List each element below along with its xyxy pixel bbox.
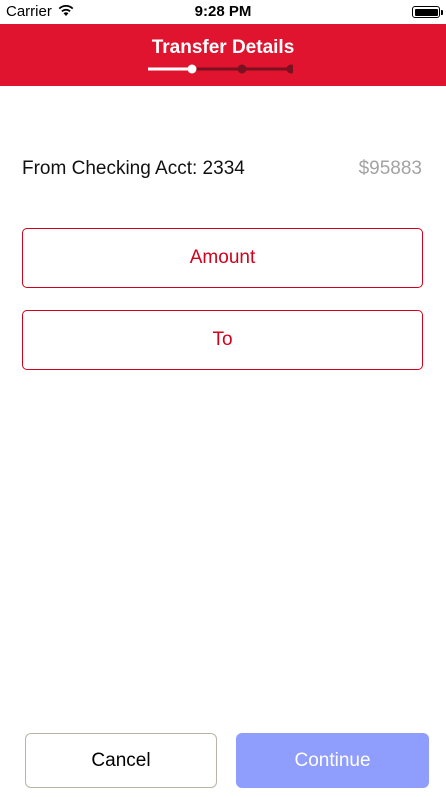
continue-button[interactable]: Continue <box>236 733 429 788</box>
amount-button[interactable]: Amount <box>22 228 423 288</box>
from-account-label: From Checking Acct: 2334 <box>22 158 245 179</box>
page-title: Transfer Details <box>151 37 295 58</box>
nav-header: Transfer Details <box>0 24 446 86</box>
stepper-dot-1 <box>187 64 197 74</box>
account-balance: $95883 <box>358 158 422 179</box>
status-time: 9:28 PM <box>194 3 252 20</box>
stepper-dot-2 <box>237 64 247 74</box>
progress-stepper <box>148 64 293 74</box>
cancel-button[interactable]: Cancel <box>25 733 217 788</box>
stepper-dot-3 <box>286 64 293 74</box>
to-button[interactable]: To <box>22 310 423 370</box>
battery-icon <box>412 6 443 18</box>
status-bar: Carrier 9:28 PM <box>0 0 446 24</box>
